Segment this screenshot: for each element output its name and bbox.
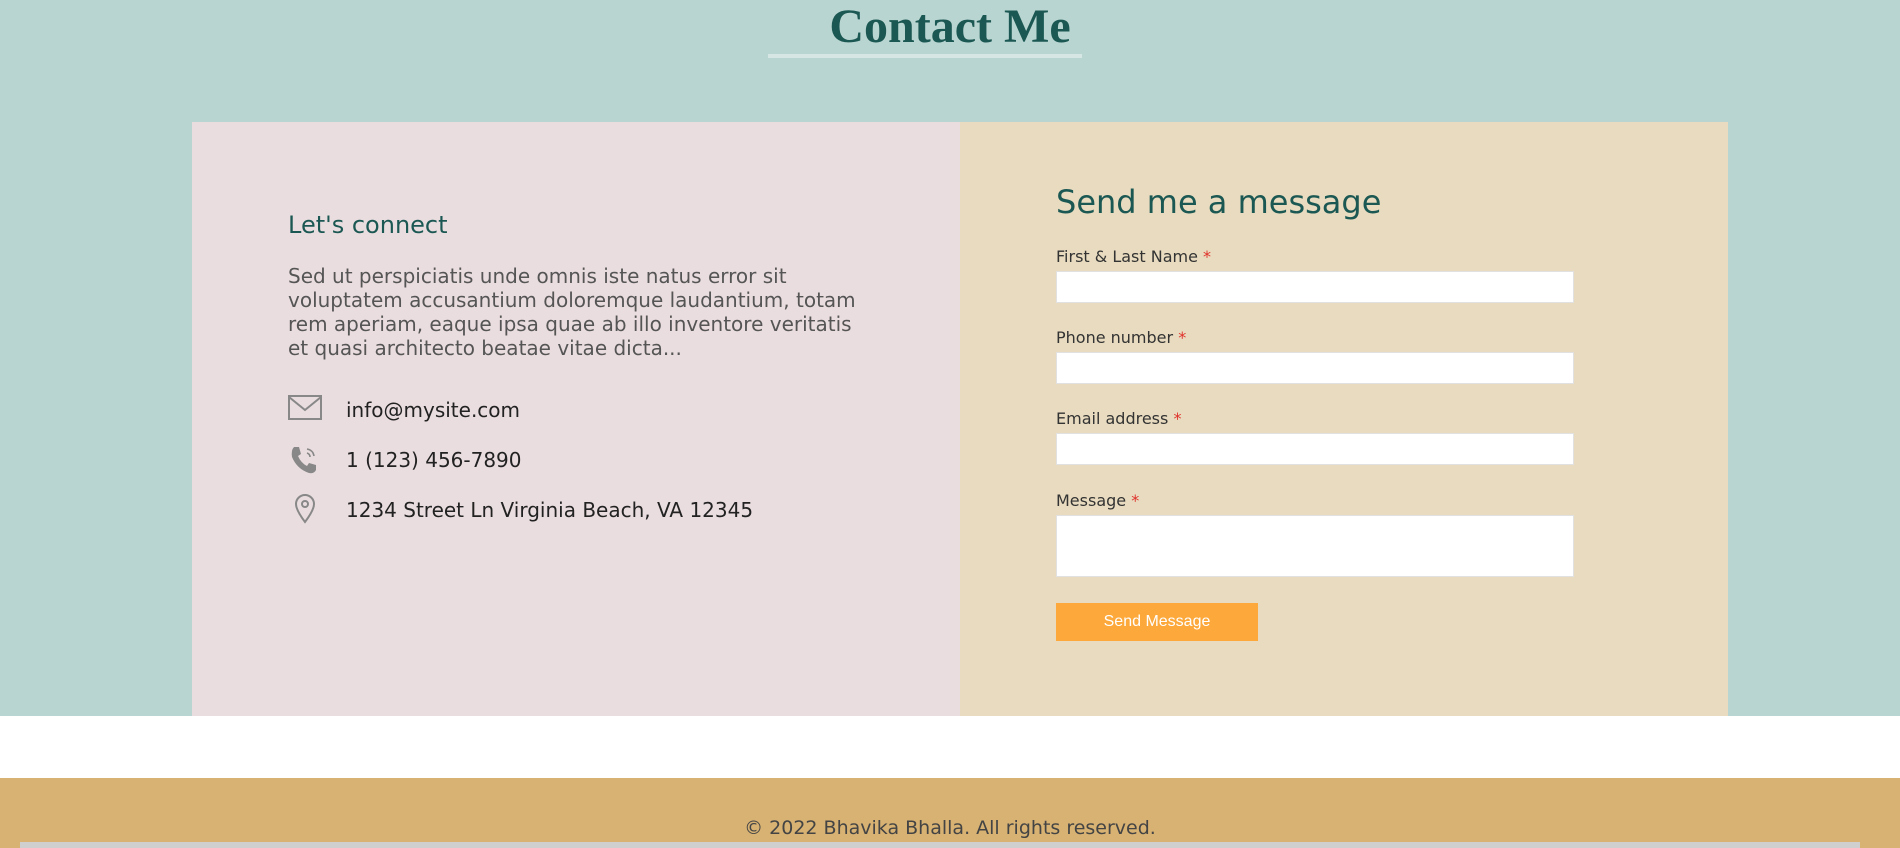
footer-copyright: © 2022 Bhavika Bhalla. All rights reserv…	[744, 817, 1156, 839]
name-label-text: First & Last Name	[1056, 247, 1198, 266]
name-field[interactable]	[1056, 271, 1574, 303]
required-mark: *	[1173, 409, 1182, 428]
send-message-button[interactable]: Send Message	[1056, 603, 1258, 641]
phone-label: Phone number *	[1056, 328, 1186, 348]
required-mark: *	[1178, 328, 1187, 347]
phone-field[interactable]	[1056, 352, 1574, 384]
envelope-icon	[288, 394, 322, 426]
connect-description: Sed ut perspiciatis unde omnis iste natu…	[288, 264, 856, 360]
title-underline	[768, 54, 1082, 58]
phone-icon	[288, 444, 322, 476]
phone-label-text: Phone number	[1056, 328, 1174, 347]
contact-email[interactable]: info@mysite.com	[346, 398, 520, 422]
horizontal-scrollbar[interactable]	[20, 842, 1860, 848]
name-label: First & Last Name *	[1056, 247, 1211, 267]
required-mark: *	[1203, 247, 1212, 266]
page-title: Contact Me	[829, 0, 1071, 53]
email-label: Email address *	[1056, 409, 1181, 429]
contact-email-row: info@mysite.com	[288, 394, 908, 426]
message-label: Message *	[1056, 491, 1139, 511]
contact-info-panel: Let's connect Sed ut perspiciatis unde o…	[192, 122, 960, 716]
footer: © 2022 Bhavika Bhalla. All rights reserv…	[0, 778, 1900, 848]
connect-heading: Let's connect	[288, 211, 448, 239]
email-field[interactable]	[1056, 433, 1574, 465]
message-label-text: Message	[1056, 491, 1127, 510]
map-pin-icon	[288, 494, 322, 526]
contact-phone-row: 1 (123) 456-7890	[288, 444, 908, 476]
email-label-text: Email address	[1056, 409, 1169, 428]
contact-phone: 1 (123) 456-7890	[346, 448, 522, 472]
contact-form-panel: Send me a message First & Last Name * Ph…	[960, 122, 1728, 716]
form-heading: Send me a message	[1056, 183, 1382, 221]
contact-address-row: 1234 Street Ln Virginia Beach, VA 12345	[288, 494, 908, 526]
contact-address: 1234 Street Ln Virginia Beach, VA 12345	[346, 498, 754, 522]
required-mark: *	[1131, 491, 1140, 510]
message-field[interactable]	[1056, 515, 1574, 577]
contact-section: Contact Me Let's connect Sed ut perspici…	[0, 0, 1900, 716]
